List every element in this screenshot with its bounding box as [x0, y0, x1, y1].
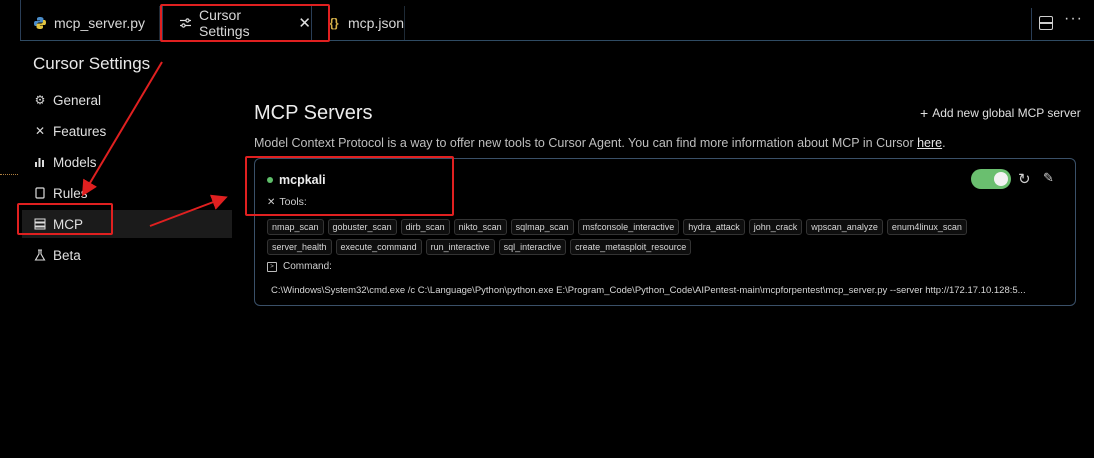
description-end: .: [942, 136, 946, 150]
tab-label: mcp.json: [348, 15, 405, 31]
tool-chip: msfconsole_interactive: [577, 219, 680, 235]
tool-chip: run_interactive: [425, 239, 495, 255]
tools-icon: ✕: [267, 196, 276, 208]
document-icon: [33, 186, 47, 200]
command-text: C:\Windows\System32\cmd.exe /c C:\Langua…: [271, 285, 1026, 296]
flask-icon: [33, 248, 47, 262]
sidebar-item-label: MCP: [53, 216, 83, 232]
command-label: Command:: [283, 261, 332, 272]
sidebar-item-general[interactable]: ⚙ General: [22, 86, 232, 114]
bar-chart-icon: [33, 155, 47, 169]
tool-chip: sql_interactive: [498, 239, 567, 255]
sidebar-item-label: General: [53, 92, 102, 108]
tool-chip: execute_command: [335, 239, 422, 255]
sidebar-item-rules[interactable]: Rules: [22, 179, 232, 207]
tabbar-bottom-border: [20, 40, 1094, 41]
add-global-mcp-server-button[interactable]: + Add new global MCP server: [920, 105, 1081, 121]
tabbar-left-edge: [20, 0, 21, 40]
command-heading: > Command:: [267, 261, 332, 272]
tool-chip: hydra_attack: [683, 219, 745, 235]
tool-chip: john_crack: [748, 219, 803, 235]
tool-chip: server_health: [267, 239, 332, 255]
mcp-description: Model Context Protocol is a way to offer…: [254, 136, 946, 150]
tool-chip: gobuster_scan: [327, 219, 397, 235]
page-title: MCP Servers: [254, 102, 373, 124]
tab-mcp-json[interactable]: {} mcp.json: [326, 6, 404, 40]
docs-link[interactable]: here: [917, 136, 942, 150]
more-options-icon[interactable]: ···: [1064, 10, 1083, 28]
terminal-icon: >: [267, 261, 277, 272]
dotted-guide: [0, 174, 18, 175]
tool-chip: nikto_scan: [453, 219, 507, 235]
tool-chip: wpscan_analyze: [806, 219, 883, 235]
server-name: mcpkali: [279, 173, 326, 187]
tool-chip: dirb_scan: [400, 219, 450, 235]
tab-cursor-settings[interactable]: Cursor Settings ✕: [162, 6, 312, 40]
settings-sliders-icon: [178, 15, 193, 31]
description-text: Model Context Protocol is a way to offer…: [254, 136, 918, 150]
tool-chip: create_metasploit_resource: [570, 239, 692, 255]
editor-actions-divider: [1031, 8, 1032, 40]
tool-chip: nmap_scan: [267, 219, 324, 235]
sidebar-item-label: Rules: [53, 185, 88, 201]
plus-icon: +: [920, 105, 929, 121]
close-icon[interactable]: ✕: [298, 14, 311, 32]
tab-label: mcp_server.py: [54, 15, 146, 31]
json-braces-icon: {}: [329, 16, 339, 30]
sidebar-item-label: Models: [53, 154, 97, 170]
sidebar-item-mcp[interactable]: MCP: [22, 210, 232, 238]
tools-icon: ✕: [34, 124, 46, 138]
refresh-icon[interactable]: ↻: [1018, 170, 1031, 188]
sidebar-item-label: Beta: [53, 247, 81, 263]
server-enable-toggle[interactable]: [971, 169, 1011, 189]
tools-heading: ✕ Tools:: [267, 196, 307, 208]
tools-label: Tools:: [279, 196, 307, 208]
tool-chip: enum4linux_scan: [886, 219, 967, 235]
gear-icon: ⚙: [34, 93, 46, 107]
edit-pencil-icon[interactable]: ✎: [1043, 170, 1054, 186]
python-file-icon: [32, 15, 48, 31]
sidebar-item-features[interactable]: ✕ Features: [22, 117, 232, 145]
tab-label: Cursor Settings: [199, 7, 250, 39]
tab-mcp-server-py[interactable]: mcp_server.py: [32, 6, 145, 40]
editor-tab-bar: mcp_server.py Cursor Settings ✕ {} mcp.j…: [0, 0, 1094, 46]
settings-title: Cursor Settings: [33, 54, 151, 73]
tool-chip-list: nmap_scan gobuster_scan dirb_scan nikto_sca…: [267, 219, 1027, 255]
mcp-server-card: mcpkali ✕ Tools: ↻ ✎ nmap_scan gobuster_s…: [254, 158, 1076, 306]
add-button-label: Add new global MCP server: [932, 106, 1081, 120]
split-layout-icon[interactable]: [1039, 16, 1053, 30]
tab-separator: [404, 6, 405, 40]
server-status-dot: [267, 177, 273, 183]
server-icon: [33, 217, 47, 231]
sidebar-item-models[interactable]: Models: [22, 148, 232, 176]
tab-separator: [159, 6, 160, 40]
toggle-knob: [994, 172, 1008, 186]
tool-chip: sqlmap_scan: [510, 219, 574, 235]
sidebar-item-label: Features: [53, 123, 107, 139]
sidebar-item-beta[interactable]: Beta: [22, 241, 232, 269]
